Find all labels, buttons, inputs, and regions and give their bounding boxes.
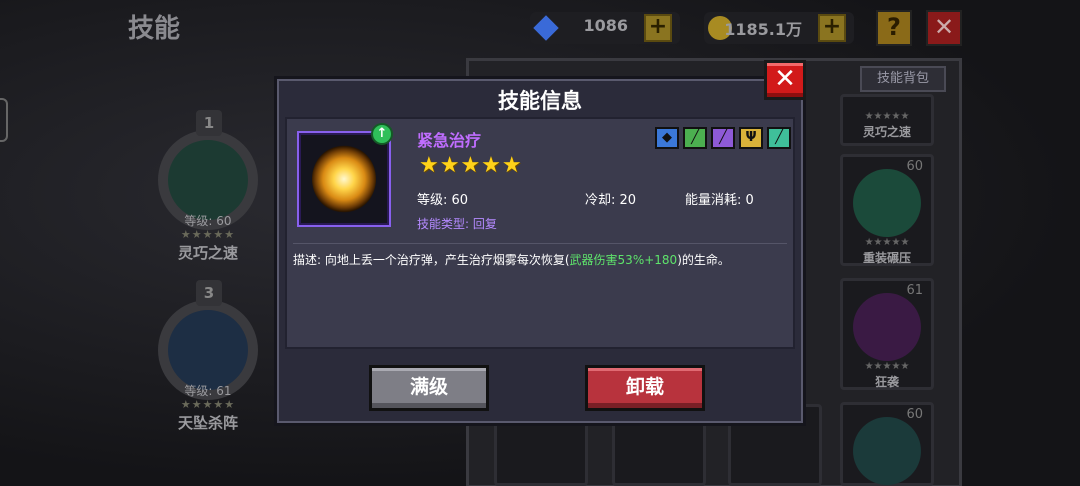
- gem-amount: 1086: [583, 16, 628, 35]
- side-expand-tab[interactable]: [0, 98, 8, 142]
- card-stars: ★★★★★: [864, 237, 910, 248]
- add-gems-button[interactable]: +: [644, 14, 672, 42]
- skill-name: 紧急治疗: [417, 131, 482, 150]
- card-skill-art: [853, 417, 921, 485]
- sword-icon: ╱: [683, 127, 707, 149]
- bag-card-4[interactable]: 60: [840, 402, 934, 486]
- card-skill-art: [853, 169, 921, 237]
- description-highlight: 武器伤害53%+180: [569, 253, 678, 267]
- card-name: 狂袭: [874, 375, 899, 389]
- add-gold-button[interactable]: +: [818, 14, 846, 42]
- shield-icon: ◆: [655, 127, 679, 149]
- card-level: 61: [906, 283, 923, 298]
- slot-level: 等级: 61: [184, 384, 232, 398]
- slot-number: 1: [196, 110, 222, 136]
- gem-currency: 1086 +: [530, 12, 680, 44]
- staff-icon: ╱: [711, 127, 735, 149]
- card-skill-art: [853, 293, 921, 361]
- slot-name: 灵巧之速: [177, 244, 238, 262]
- skill-level: 等级: 60: [417, 193, 469, 208]
- description-text: 描述: 向地上丢一个治疗弹，产生治疗烟雾每次恢复(: [293, 253, 570, 267]
- skill-type: 技能类型: 回复: [417, 217, 497, 231]
- upgrade-arrow-icon: ↑: [371, 123, 393, 145]
- unload-button[interactable]: 卸载: [585, 365, 705, 411]
- card-stars: ★★★★★: [864, 361, 910, 372]
- divider: [293, 243, 787, 244]
- dialog-close-button[interactable]: ✕: [764, 60, 806, 100]
- bag-card-3[interactable]: 61 ★★★★★ 狂袭: [840, 278, 934, 390]
- dialog-title: 技能信息: [498, 89, 582, 113]
- card-name: 灵巧之速: [862, 125, 911, 139]
- skill-info-dialog: 技能信息 ↑ 紧急治疗 ★★★★★ ◆ ╱ ╱ Ψ ╱ 等级: 60 冷却: 2…: [274, 76, 806, 426]
- description-text-end: )的生命。: [677, 253, 730, 267]
- heal-skill-icon: [312, 145, 376, 213]
- skill-energy-cost: 能量消耗: 0: [685, 193, 754, 208]
- help-button[interactable]: ?: [876, 10, 912, 46]
- slot-stars: ★★★★★: [180, 228, 236, 241]
- trident-icon: Ψ: [739, 127, 763, 149]
- gold-currency: 1185.1万 +: [704, 12, 854, 44]
- slot-name: 天坠杀阵: [177, 414, 238, 432]
- skill-bag-button[interactable]: 技能背包: [860, 66, 946, 92]
- card-name: 重装碾压: [862, 251, 911, 265]
- close-screen-button[interactable]: ✕: [926, 10, 962, 46]
- skill-stars: ★★★★★: [419, 153, 523, 178]
- card-level: 60: [906, 159, 923, 174]
- skill-cooldown: 冷却: 20: [585, 193, 637, 208]
- equipped-slot-1[interactable]: 1 等级: 60 ★★★★★ 灵巧之速: [144, 110, 272, 270]
- slot-stars: ★★★★★: [180, 398, 236, 411]
- slot-number: 3: [196, 280, 222, 306]
- equipped-slot-3[interactable]: 3 等级: 61 ★★★★★ 天坠杀阵: [144, 280, 272, 440]
- gold-amount: 1185.1万: [724, 20, 802, 39]
- slot-level: 等级: 60: [184, 214, 232, 228]
- card-level: 60: [906, 407, 923, 422]
- skill-icon-frame: [297, 131, 391, 227]
- page-title: 技能: [128, 14, 181, 44]
- weapon-tag-list: ◆ ╱ ╱ Ψ ╱: [655, 127, 791, 149]
- skill-info-panel: ↑ 紧急治疗 ★★★★★ ◆ ╱ ╱ Ψ ╱ 等级: 60 冷却: 20 能量消…: [285, 117, 795, 349]
- skill-description: 描述: 向地上丢一个治疗弹，产生治疗烟雾每次恢复(武器伤害53%+180)的生命…: [293, 251, 789, 269]
- blade-icon: ╱: [767, 127, 791, 149]
- max-level-button[interactable]: 满级: [369, 365, 489, 411]
- bag-card-1[interactable]: ★★★★★ 灵巧之速: [840, 94, 934, 146]
- card-stars: ★★★★★: [864, 111, 910, 122]
- gem-icon: [533, 15, 559, 41]
- bag-card-2[interactable]: 60 ★★★★★ 重装碾压: [840, 154, 934, 266]
